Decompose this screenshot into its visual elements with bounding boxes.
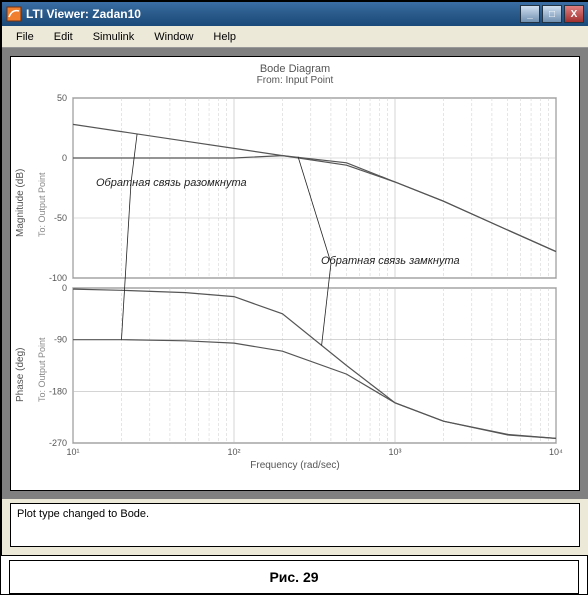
svg-text:0: 0 [62, 283, 67, 293]
bode-plot: 10¹ 10² 10³ 10⁴ -100 -50 0 50 -270 -180 -90 0 [11, 88, 571, 458]
menu-help[interactable]: Help [205, 29, 244, 45]
status-bar: Plot type changed to Bode. [10, 503, 580, 547]
annot-open-loop: Обратная связь разомкнута [96, 177, 247, 189]
menu-file[interactable]: File [8, 29, 42, 45]
svg-text:-90: -90 [54, 335, 67, 345]
xlabel: Frequency (rad/sec) [11, 460, 579, 471]
svg-text:50: 50 [57, 93, 67, 103]
minimize-button[interactable]: _ [520, 5, 540, 23]
annot-closed-loop: Обратная связь замкнута [321, 255, 460, 267]
svg-text:10²: 10² [227, 447, 240, 457]
svg-text:10¹: 10¹ [66, 447, 79, 457]
svg-text:0: 0 [62, 153, 67, 163]
svg-text:-270: -270 [49, 438, 67, 448]
svg-text:10⁴: 10⁴ [549, 447, 563, 457]
workspace: Bode Diagram From: Input Point Magnitude… [2, 48, 588, 499]
maximize-button[interactable]: □ [542, 5, 562, 23]
svg-text:-50: -50 [54, 213, 67, 223]
chart-title: Bode Diagram [11, 63, 579, 75]
menubar: File Edit Simulink Window Help [2, 26, 588, 48]
window-title: LTI Viewer: Zadan10 [26, 7, 520, 21]
svg-text:-100: -100 [49, 273, 67, 283]
mag-ylabel: Magnitude (dB) [15, 169, 26, 237]
svg-text:10³: 10³ [388, 447, 401, 457]
status-message: Plot type changed to Bode. [17, 508, 149, 520]
phase-ylabel: Phase (deg) [15, 348, 26, 402]
app-icon [6, 6, 22, 22]
phase-sublabel: To: Output Point [37, 337, 47, 402]
menu-edit[interactable]: Edit [46, 29, 81, 45]
close-button[interactable]: X [564, 5, 584, 23]
app-window: LTI Viewer: Zadan10 _ □ X File Edit Simu… [1, 1, 588, 556]
menu-simulink[interactable]: Simulink [85, 29, 143, 45]
plot-panel[interactable]: Bode Diagram From: Input Point Magnitude… [10, 56, 580, 491]
menu-window[interactable]: Window [146, 29, 201, 45]
chart-subtitle: From: Input Point [11, 75, 579, 86]
window-controls: _ □ X [520, 5, 584, 23]
mag-sublabel: To: Output Point [37, 172, 47, 237]
svg-text:-180: -180 [49, 386, 67, 396]
figure-caption: Рис. 29 [9, 560, 579, 594]
titlebar[interactable]: LTI Viewer: Zadan10 _ □ X [2, 2, 588, 26]
